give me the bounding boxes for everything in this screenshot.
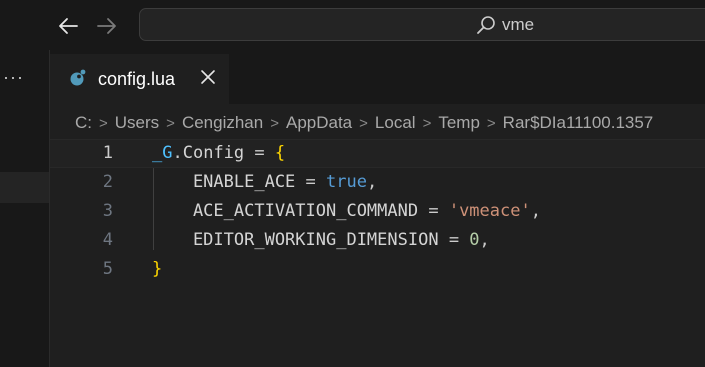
code-token: . (172, 143, 183, 163)
forward-button[interactable] (95, 14, 119, 38)
search-text: vme (502, 15, 535, 34)
code-token: EDITOR_WORKING_DIMENSION (152, 230, 439, 250)
breadcrumb-item[interactable]: Temp (438, 113, 480, 133)
lua-file-icon (70, 69, 86, 86)
line-number: 3 (102, 201, 113, 221)
code-token: = (295, 172, 327, 192)
breadcrumb-item[interactable]: Local (375, 113, 416, 133)
breadcrumb-item[interactable]: Users (115, 113, 159, 133)
code-line[interactable]: ENABLE_ACE = true, (152, 168, 377, 197)
code-token: { (274, 143, 286, 163)
chevron-right-icon: > (359, 114, 368, 132)
code-token: ACE_ACTIVATION_COMMAND (152, 201, 419, 221)
line-number: 5 (102, 259, 113, 279)
code-token: = (438, 230, 470, 250)
code-line[interactable]: _G.Config = { (152, 139, 285, 168)
breadcrumb-item[interactable]: Rar$DIa11100.1357 (503, 113, 654, 133)
line-number: 2 (102, 172, 113, 192)
search-icon (477, 16, 495, 34)
chevron-right-icon: > (99, 114, 108, 132)
code-line[interactable]: } (152, 255, 162, 284)
code-token: ENABLE_ACE (152, 172, 296, 192)
arrow-left-icon (59, 18, 78, 34)
code-token: = (418, 201, 449, 221)
chevron-right-icon: > (486, 114, 496, 132)
current-line-highlight (50, 139, 705, 168)
activity-bar (0, 50, 49, 367)
code-token: Config (182, 143, 245, 163)
chevron-right-icon: > (422, 114, 432, 132)
back-button[interactable] (56, 14, 80, 38)
code-token: , (366, 172, 378, 192)
code-token: = (244, 143, 275, 163)
tab-label: config.lua (98, 69, 176, 89)
breadcrumb-item[interactable]: C: (75, 113, 92, 133)
code-token: _G (152, 143, 173, 163)
command-center-search[interactable]: vme (139, 8, 705, 41)
code-line[interactable]: ACE_ACTIVATION_COMMAND = 'vmeace', (152, 197, 541, 226)
more-actions-icon[interactable]: ··· (3, 68, 24, 86)
code-token: } (152, 259, 163, 279)
chevron-right-icon: > (166, 114, 175, 132)
breadcrumb-item[interactable]: AppData (286, 113, 352, 133)
line-number: 4 (102, 230, 113, 250)
line-number: 1 (102, 143, 113, 163)
code-token: , (479, 230, 490, 250)
breadcrumb-item[interactable]: Cengizhan (182, 113, 263, 133)
code-line[interactable]: EDITOR_WORKING_DIMENSION = 0, (152, 226, 490, 255)
code-token: true (326, 172, 367, 192)
arrow-right-icon (97, 18, 116, 34)
breadcrumb: C: > Users > Cengizhan > AppData > Local… (75, 111, 653, 135)
chevron-right-icon: > (270, 114, 279, 132)
activity-selected-item[interactable] (0, 172, 49, 203)
close-icon[interactable] (200, 69, 216, 85)
code-token: , (530, 201, 541, 221)
code-token: 'vmeace' (448, 201, 531, 221)
code-token: 0 (469, 230, 480, 250)
